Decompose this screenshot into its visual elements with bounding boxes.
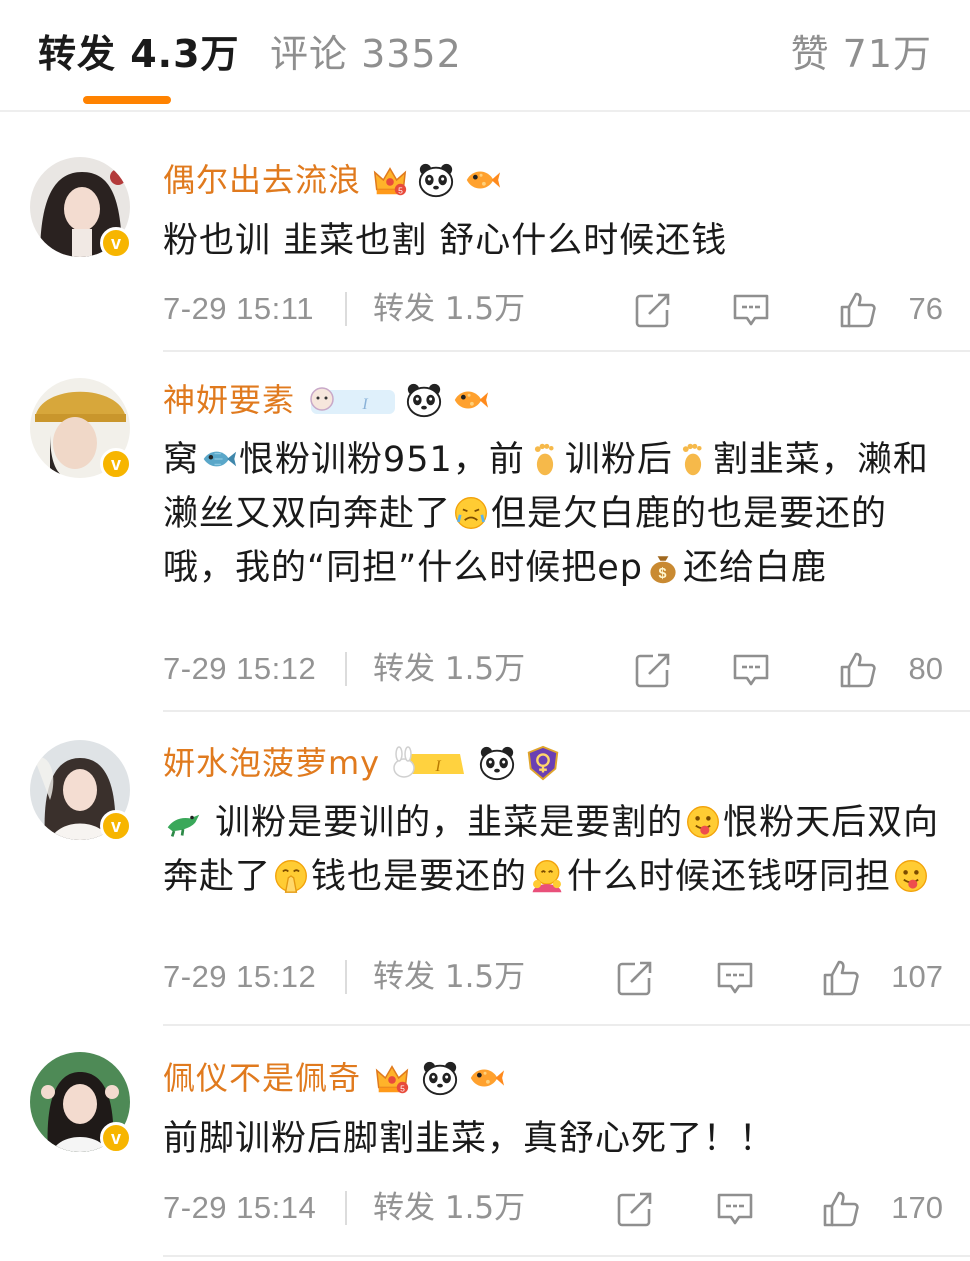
comment-meta: 7-29 15:12 转发 1.5万 80 [163,644,943,694]
verified-badge-icon: v [100,1122,132,1154]
row-divider [163,1255,970,1257]
like-icon[interactable] [838,290,878,330]
repost-count[interactable]: 转发 1.5万 [373,1183,525,1233]
avatar[interactable]: v [30,1052,132,1154]
meta-divider [345,652,347,686]
like-icon[interactable] [821,958,861,998]
comment-text-part: 恨粉训粉951，前 [239,440,525,480]
repost-count[interactable]: 转发 1.5万 [373,644,525,694]
comment-meta: 7-29 15:11 转发 1.5万 76 [163,284,943,334]
comment-text-part: 钱也是要还的 [311,857,528,897]
comment-text: 窝恨粉训粉951，前 训粉后 割韭菜，濑和濑丝又双向奔赴了 但是欠白鹿的也是要还的哦，… [163,433,943,595]
comment-text: 训粉是要训的，韭菜是要割的 恨粉天后双向奔赴了 钱也是要还的 什么时候还钱呀同担 [163,796,943,904]
repost-count[interactable]: 转发 1.5万 [373,284,525,334]
repost-count[interactable]: 转发 1.5万 [373,952,525,1002]
comment-text-part: 什么时候还钱呀同担 [567,857,892,897]
comment-text-part: 窝 [163,440,200,480]
comment-text-part: 训粉后 [564,440,673,480]
meta-divider [345,960,347,994]
fish-badge-icon[interactable] [463,161,501,199]
comment-text: 粉也训 韭菜也割 舒心什么时候还钱 [163,214,943,268]
crying-emoji-icon [453,495,489,531]
comment-meta: 7-29 15:14 转发 1.5万 170 [163,1183,943,1233]
username-row: 佩仪不是佩奇 [163,1053,513,1103]
avatar[interactable]: v [30,157,132,259]
username[interactable]: 神妍要素 [163,378,295,422]
comment-text-part: 还给白鹿 [683,548,828,588]
hug-emoji-icon [532,860,562,893]
crocodile-emoji-icon [167,814,200,837]
comment-text-part: 粉也训 韭菜也割 舒心什么时候还钱 [163,221,728,261]
pray-emoji-icon [273,858,309,893]
verified-badge-icon: v [100,227,132,259]
username-row: 妍水泡菠萝my I [163,738,570,788]
list-item: v 佩仪不是佩奇 前脚训粉后脚割韭菜，真舒心死了！！ 7-29 15:14 转发… [0,1026,970,1261]
money-bag-emoji-icon [645,549,681,585]
panda-badge-icon[interactable] [417,161,455,199]
comment-text-part: 前脚训粉后脚割韭菜，真舒心死了！！ [163,1119,776,1159]
comment-text-part: 训粉是要训的，韭菜是要割的 [203,803,684,843]
foot-emoji-icon [675,441,711,477]
like-count[interactable]: 80 [909,644,943,694]
list-item: v 神妍要素 I 窝恨粉训粉951，前 训粉后 割韭菜，濑和濑丝又双向奔赴了 但是欠白… [0,352,970,712]
shield-badge-icon[interactable] [524,744,562,782]
share-icon[interactable] [633,290,673,330]
foot-emoji-icon [527,441,563,477]
tongue-emoji-icon [893,858,929,894]
username-row: 神妍要素 I [163,375,497,425]
crown-badge-icon[interactable] [371,161,409,199]
like-count[interactable]: 107 [891,952,943,1002]
tab-like[interactable]: 赞 71万 [791,30,932,78]
comment-meta: 7-29 15:12 转发 1.5万 107 [163,952,943,1002]
list-item: v 偶尔出去流浪 粉也训 韭菜也割 舒心什么时候还钱 7-29 15:11 转发… [0,112,970,352]
like-icon[interactable] [838,650,878,690]
svg-text:I: I [361,396,368,413]
meta-divider [345,292,347,326]
comment-time: 7-29 15:12 [163,959,317,994]
tab-repost[interactable]: 转发 4.3万 [38,30,240,78]
fish-emoji-icon [203,451,237,467]
like-count[interactable]: 170 [891,1183,943,1233]
username-row: 偶尔出去流浪 [163,155,509,205]
tab-comment[interactable]: 评论 3352 [270,30,462,78]
avatar[interactable]: v [30,378,132,480]
active-tab-indicator [83,96,171,104]
verified-badge-icon: v [100,810,132,842]
share-icon[interactable] [615,1189,655,1229]
username[interactable]: 偶尔出去流浪 [163,158,361,202]
comment-time: 7-29 15:11 [163,291,314,326]
list-item: v 妍水泡菠萝my I 训粉是要训的，韭菜是要割的 恨粉天后双向奔赴了 钱也是要还的… [0,712,970,1026]
crown-badge-icon[interactable] [371,1059,413,1097]
panda-badge-icon[interactable] [478,744,516,782]
comment-icon[interactable] [731,650,771,690]
comment-icon[interactable] [715,1189,755,1229]
meta-divider [345,1191,347,1225]
username[interactable]: 佩仪不是佩奇 [163,1056,361,1100]
like-count[interactable]: 76 [909,284,943,334]
share-icon[interactable] [615,958,655,998]
comment-tab-bar: 转发 4.3万 评论 3352 赞 71万 [0,0,970,110]
fan-card-badge-icon[interactable]: I [305,381,397,419]
comment-icon[interactable] [731,290,771,330]
verified-badge-icon: v [100,448,132,480]
fish-badge-icon[interactable] [451,381,489,419]
panda-badge-icon[interactable] [405,381,443,419]
username[interactable]: 妍水泡菠萝my [163,741,380,785]
rabbit-fan-badge-icon[interactable]: I [390,744,470,782]
comment-time: 7-29 15:12 [163,651,317,686]
tongue-emoji-icon [685,804,721,840]
share-icon[interactable] [633,650,673,690]
avatar[interactable]: v [30,740,132,842]
like-icon[interactable] [821,1189,861,1229]
comment-text: 前脚训粉后脚割韭菜，真舒心死了！！ [163,1112,943,1166]
svg-text:I: I [434,758,441,775]
fish-badge-icon[interactable] [467,1059,505,1097]
comment-time: 7-29 15:14 [163,1190,317,1225]
comment-icon[interactable] [715,958,755,998]
panda-badge-icon[interactable] [421,1059,459,1097]
